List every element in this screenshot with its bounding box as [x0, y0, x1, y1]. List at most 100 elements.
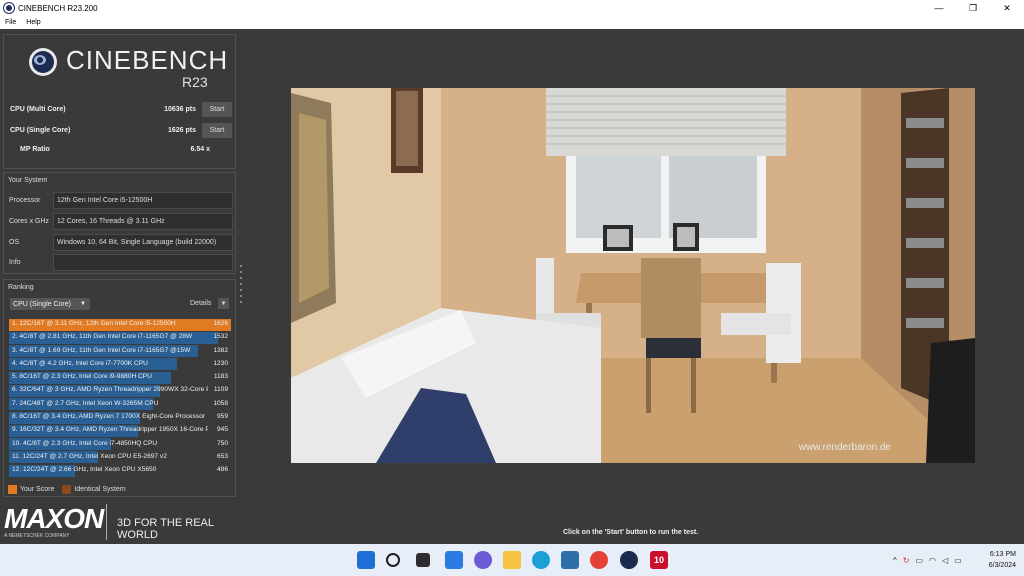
your-system-panel: Your System Processor 12th Gen Intel Cor… — [3, 172, 236, 274]
ranking-panel: Ranking CPU (Single Core) ▼ Details ▼ 1.… — [3, 279, 236, 497]
left-panel: CINEBENCH R23 CPU (Multi Core) 10636 pts… — [0, 29, 240, 544]
ranking-test-select[interactable]: CPU (Single Core) ▼ — [10, 298, 90, 310]
ranking-row[interactable]: 6. 32C/64T @ 3 GHz, AMD Ryzen Threadripp… — [9, 384, 231, 397]
single-core-label: CPU (Single Core) — [10, 126, 71, 134]
system-row-cores: Cores x GHz 12 Cores, 16 Threads @ 3.11 … — [9, 212, 233, 230]
multi-core-start-button[interactable]: Start — [202, 101, 232, 117]
ranking-score: 1058 — [213, 399, 228, 407]
details-label: Details — [190, 300, 212, 307]
cinebench-taskbar-icon[interactable] — [620, 551, 638, 569]
maxon-branding: MAXON A NEMETSCHEK COMPANY 3D FOR THE RE… — [4, 501, 244, 541]
your-score-swatch — [8, 485, 17, 494]
menu-help[interactable]: Help — [21, 19, 45, 26]
ranking-label: 12. 12C/24T @ 2.66 GHz, Intel Xeon CPU X… — [12, 466, 157, 474]
single-core-score: 1626 pts — [167, 126, 196, 134]
ranking-score: 653 — [216, 452, 228, 460]
chevron-up-icon[interactable]: ^ — [893, 556, 897, 565]
windows-taskbar: 10 ^ ↻ ▭ ◠ ◁ ▭ 6:13 PM 6/3/2024 — [0, 544, 1024, 576]
ranking-row[interactable]: 12. 12C/24T @ 2.66 GHz, Intel Xeon CPU X… — [9, 464, 231, 477]
display-icon[interactable]: ▭ — [915, 556, 923, 565]
ranking-score: 486 — [216, 466, 228, 474]
search-icon[interactable] — [386, 553, 400, 567]
file-explorer-icon[interactable] — [503, 551, 521, 569]
ranking-label: 9. 16C/32T @ 3.4 GHz, AMD Ryzen Threadri… — [12, 426, 208, 434]
ranking-row[interactable]: 11. 12C/24T @ 2.7 GHz, Intel Xeon CPU E5… — [9, 451, 231, 464]
system-row-os: OS Windows 10, 64 Bit, Single Language (… — [9, 233, 233, 251]
ranking-score: 1230 — [213, 359, 228, 367]
system-tray: ^ ↻ ▭ ◠ ◁ ▭ — [893, 544, 962, 576]
identical-system-swatch — [62, 485, 72, 494]
volume-icon[interactable]: ◁ — [942, 556, 948, 565]
battery-icon[interactable]: ▭ — [954, 556, 962, 565]
widgets-icon[interactable] — [445, 551, 463, 569]
minimize-icon[interactable]: — — [922, 0, 956, 16]
ranking-row[interactable]: 7. 24C/48T @ 2.7 GHz, Intel Xeon W-3265M… — [9, 398, 231, 411]
ranking-score: 945 — [216, 426, 228, 434]
system-info-field[interactable] — [53, 253, 233, 271]
multi-core-row: CPU (Multi Core) 10636 pts Start — [10, 101, 232, 117]
ranking-select-value: CPU (Single Core) — [13, 300, 71, 308]
panel-splitter[interactable] — [240, 265, 242, 305]
render-watermark: www.renderbaron.de — [798, 442, 892, 453]
your-system-title: Your System — [8, 177, 48, 184]
start-icon[interactable] — [357, 551, 375, 569]
ranking-score: 1109 — [213, 386, 228, 394]
system-value: Windows 10, 64 Bit, Single Language (bui… — [53, 233, 233, 251]
ranking-title: Ranking — [8, 284, 34, 291]
logo-version: R23 — [182, 74, 208, 90]
clock-time: 6:13 PM — [989, 551, 1016, 558]
menu-file[interactable]: File — [0, 19, 21, 26]
store-icon[interactable] — [561, 551, 579, 569]
ranking-score: 1532 — [213, 333, 228, 341]
ranking-label: 3. 4C/8T @ 1.69 GHz, 11th Gen Intel Core… — [12, 346, 191, 354]
chevron-down-icon: ▼ — [80, 301, 86, 307]
status-text: Click on the 'Start' button to run the t… — [563, 529, 699, 536]
task-view-icon[interactable] — [416, 553, 430, 567]
window-controls: — ❐ ✕ — [922, 0, 1024, 16]
window-title: CINEBENCH R23.200 — [18, 3, 98, 13]
single-core-start-button[interactable]: Start — [202, 122, 232, 138]
title-bar: CINEBENCH R23.200 — ❐ ✕ — [0, 0, 1024, 16]
chat-icon[interactable] — [474, 551, 492, 569]
restore-icon[interactable]: ❐ — [956, 0, 990, 16]
ranking-label: 11. 12C/24T @ 2.7 GHz, Intel Xeon CPU E5… — [12, 452, 167, 460]
ranking-row[interactable]: 10. 4C/8T @ 2.3 GHz, Intel Core i7-4850H… — [9, 438, 231, 451]
ranking-label: 4. 4C/8T @ 4.2 GHz, Intel Core i7-7700K … — [12, 359, 148, 367]
legend-identical: Identical System — [74, 486, 126, 493]
app-10-icon[interactable]: 10 — [650, 551, 668, 569]
ranking-row[interactable]: 9. 16C/32T @ 3.4 GHz, AMD Ryzen Threadri… — [9, 424, 231, 437]
single-core-row: CPU (Single Core) 1626 pts Start — [10, 122, 232, 138]
wifi-icon[interactable]: ◠ — [929, 556, 936, 565]
ranking-score: 1382 — [213, 346, 228, 354]
close-icon[interactable]: ✕ — [990, 0, 1024, 16]
sync-icon[interactable]: ↻ — [903, 556, 910, 565]
system-value: 12th Gen Intel Core i5-12500H — [53, 191, 233, 209]
ranking-row[interactable]: 5. 8C/16T @ 2.3 GHz, Intel Core i9-9880H… — [9, 371, 231, 384]
system-key: OS — [9, 238, 20, 246]
cinebench-logo-icon — [29, 48, 57, 76]
system-key: Processor — [9, 196, 41, 204]
edge-icon[interactable] — [532, 551, 550, 569]
ranking-label: 5. 8C/16T @ 2.3 GHz, Intel Core i9-9880H… — [12, 373, 152, 381]
system-value: 12 Cores, 16 Threads @ 3.11 GHz — [53, 212, 233, 230]
clock[interactable]: 6:13 PM 6/3/2024 — [989, 549, 1016, 571]
brand-tagline: 3D FOR THE REAL WORLD — [117, 517, 214, 541]
ranking-row[interactable]: 8. 8C/16T @ 3.4 GHz, AMD Ryzen 7 1700X E… — [9, 411, 231, 424]
ranking-list: 1. 12C/16T @ 3.11 GHz, 12th Gen Intel Co… — [9, 318, 231, 478]
ranking-row[interactable]: 3. 4C/8T @ 1.69 GHz, 11th Gen Intel Core… — [9, 345, 231, 358]
ranking-row[interactable]: 1. 12C/16T @ 3.11 GHz, 12th Gen Intel Co… — [9, 318, 231, 331]
system-key: Info — [9, 258, 21, 266]
app-body: CINEBENCH R23 CPU (Multi Core) 10636 pts… — [0, 29, 1024, 544]
cinebench-app-icon — [4, 3, 14, 13]
ranking-score: 959 — [216, 413, 228, 421]
maxon-subtitle: A NEMETSCHEK COMPANY — [4, 533, 70, 539]
ranking-score: 1626 — [213, 320, 228, 327]
system-row-info: Info — [9, 253, 233, 271]
ranking-score: 750 — [216, 439, 228, 447]
ranking-row[interactable]: 4. 4C/8T @ 4.2 GHz, Intel Core i7-7700K … — [9, 358, 231, 371]
chrome-icon[interactable] — [590, 551, 608, 569]
mp-ratio-row: MP Ratio 6.54 x — [20, 146, 210, 153]
brand-divider — [106, 504, 107, 540]
ranking-row[interactable]: 2. 4C/8T @ 2.81 GHz, 11th Gen Intel Core… — [9, 331, 231, 344]
details-toggle-button[interactable]: ▼ — [218, 298, 229, 309]
